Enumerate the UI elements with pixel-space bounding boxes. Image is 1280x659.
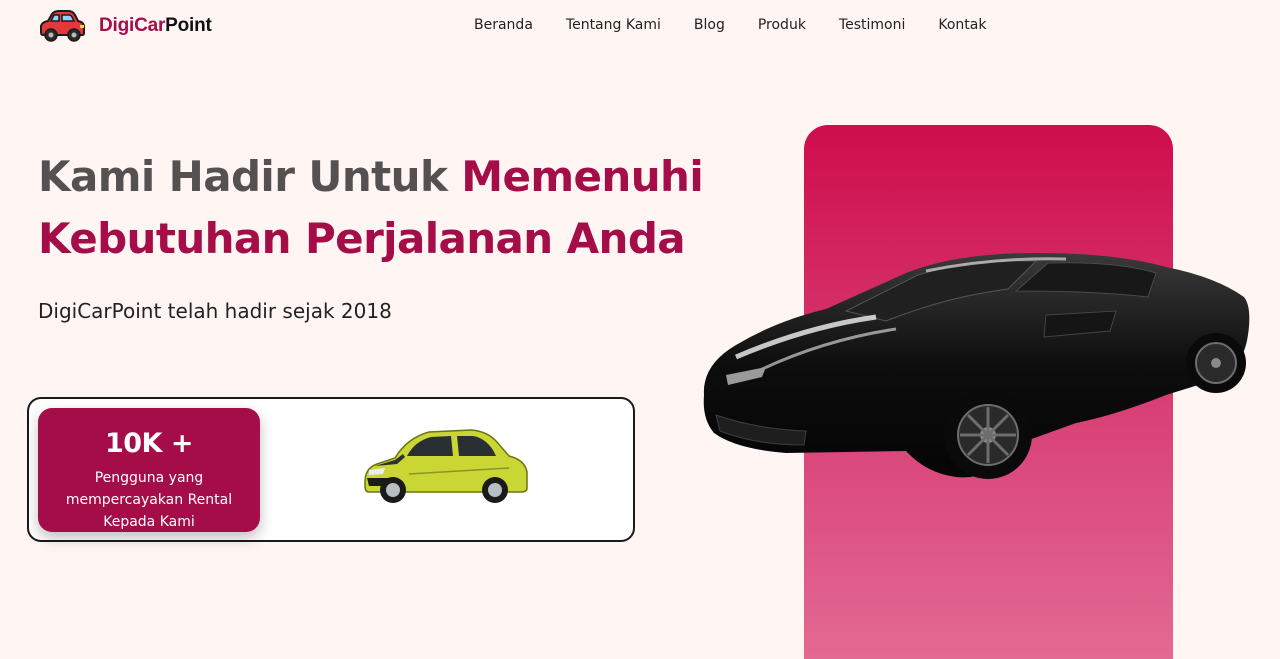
nav-link-beranda[interactable]: Beranda (474, 17, 533, 33)
nav-link-blog[interactable]: Blog (694, 17, 725, 33)
navbar: DigiCarPoint Beranda Tentang Kami Blog P… (0, 0, 1280, 52)
hero-subtitle: DigiCarPoint telah hadir sejak 2018 (38, 299, 392, 323)
nav-link-kontak[interactable]: Kontak (938, 17, 986, 33)
red-car-icon (40, 10, 85, 42)
hero-title-accent-1: Memenuhi (461, 152, 704, 201)
brand-name: DigiCarPoint (99, 15, 212, 36)
nav-link-tentang-kami[interactable]: Tentang Kami (566, 17, 661, 33)
hero-title: Kami Hadir Untuk Memenuhi Kebutuhan Perja… (38, 146, 718, 270)
stats-card: 10K + Pengguna yang mempercayakan Rental… (27, 397, 635, 542)
nav-link-produk[interactable]: Produk (758, 17, 806, 33)
sports-car-image (703, 253, 1250, 479)
stat-box: 10K + Pengguna yang mempercayakan Rental… (38, 408, 260, 532)
stat-label: Pengguna yang mempercayakan Rental Kepad… (65, 470, 233, 530)
brand-link[interactable]: DigiCarPoint (37, 8, 212, 44)
hero-title-accent-2: Kebutuhan Perjalanan Anda (38, 214, 686, 263)
hatchback-car-image (364, 429, 528, 503)
nav-link-testimoni[interactable]: Testimoni (839, 17, 905, 33)
stat-value: 10K + (104, 428, 194, 459)
hero-title-dark: Kami Hadir Untuk (38, 152, 462, 201)
main-nav: Beranda Tentang Kami Blog Produk Testimo… (474, 17, 1019, 33)
